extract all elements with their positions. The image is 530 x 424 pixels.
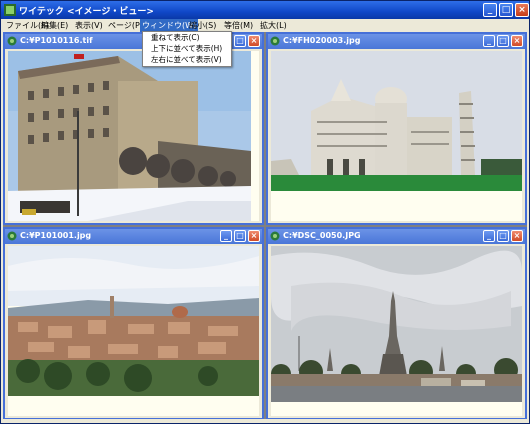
mdi-client-area: C:¥P1010116.tif _ □ × (3, 32, 527, 420)
menu-item-tile-horizontal[interactable]: 上下に並べて表示(H) (143, 44, 231, 54)
child-title: C:¥P1010116.tif (20, 36, 93, 45)
child-minimize-button[interactable]: _ (220, 230, 232, 242)
image-viewport[interactable] (271, 246, 522, 416)
image-viewport[interactable] (8, 246, 259, 416)
child-window-p101001[interactable]: C:¥P101001.jpg _ □ × (3, 227, 264, 420)
menu-view[interactable]: 表示(V) (73, 19, 105, 32)
app-titlebar[interactable]: ワイテック <イメージ・ビュー> _ □ × (1, 1, 529, 19)
child-minimize-button[interactable]: _ (483, 35, 495, 47)
image-document-icon (7, 36, 17, 46)
child-maximize-button[interactable]: □ (234, 35, 246, 47)
menu-item-tile-vertical[interactable]: 左右に並べて表示(V) (143, 55, 231, 65)
pisa-cathedral-photo (271, 51, 522, 221)
menu-item-cascade[interactable]: 重ねて表示(C) (143, 33, 231, 43)
image-viewport[interactable] (8, 51, 259, 221)
child-window-fh020003[interactable]: C:¥FH020003.jpg _ □ × (266, 32, 527, 225)
wat-arun-photo (271, 246, 522, 416)
app-title: ワイテック <イメージ・ビュー> (19, 7, 154, 17)
image-viewport[interactable] (271, 51, 522, 221)
image-document-icon (270, 231, 280, 241)
child-close-button[interactable]: × (511, 35, 523, 47)
child-titlebar[interactable]: C:¥P101001.jpg _ □ × (5, 229, 262, 244)
child-titlebar[interactable]: C:¥DSC_0050.JPG _ □ × (268, 229, 525, 244)
florence-panorama-photo (8, 246, 259, 416)
close-button[interactable]: × (515, 3, 529, 17)
child-close-button[interactable]: × (248, 35, 260, 47)
child-maximize-button[interactable]: □ (497, 230, 509, 242)
minimize-button[interactable]: _ (483, 3, 497, 17)
main-window: ワイテック <イメージ・ビュー> _ □ × ファイル(F) 編集(E) 表示(… (0, 0, 530, 424)
child-title: C:¥DSC_0050.JPG (283, 231, 361, 240)
maximize-button[interactable]: □ (499, 3, 513, 17)
app-icon (4, 4, 16, 16)
menu-enlarge[interactable]: 拡大(L) (258, 19, 289, 32)
child-maximize-button[interactable]: □ (497, 35, 509, 47)
child-close-button[interactable]: × (248, 230, 260, 242)
menu-bar: ファイル(F) 編集(E) 表示(V) ページ(P) ウィンドウ(W) 縮小(S… (1, 19, 529, 32)
child-titlebar[interactable]: C:¥FH020003.jpg _ □ × (268, 34, 525, 49)
child-close-button[interactable]: × (511, 230, 523, 242)
status-bar (1, 419, 529, 423)
child-maximize-button[interactable]: □ (234, 230, 246, 242)
child-minimize-button[interactable]: _ (483, 230, 495, 242)
child-window-dsc0050[interactable]: C:¥DSC_0050.JPG _ □ × (266, 227, 527, 420)
image-document-icon (7, 231, 17, 241)
image-document-icon (270, 36, 280, 46)
snowy-street-photo (8, 51, 251, 221)
window-menu-dropdown: 重ねて表示(C) 上下に並べて表示(H) 左右に並べて表示(V) (142, 31, 232, 67)
child-title: C:¥FH020003.jpg (283, 36, 361, 45)
child-title: C:¥P101001.jpg (20, 231, 92, 240)
menu-edit[interactable]: 編集(E) (39, 19, 70, 32)
